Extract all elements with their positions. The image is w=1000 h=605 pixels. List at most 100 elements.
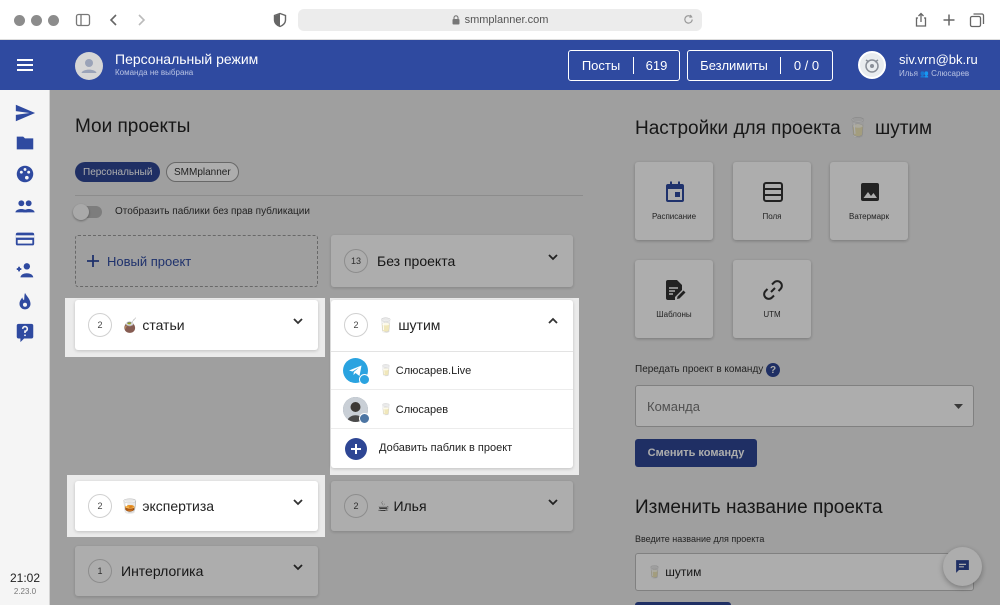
palette-icon[interactable] — [14, 163, 36, 185]
minimize-window-dot[interactable] — [31, 15, 42, 26]
chevron-down-icon[interactable] — [546, 495, 560, 509]
chevron-down-icon[interactable] — [546, 250, 560, 264]
menu-icon[interactable] — [16, 57, 34, 73]
privacy-shield-icon[interactable] — [272, 12, 288, 28]
new-tab-icon[interactable] — [941, 12, 957, 28]
project-name: 🧉 статьи — [121, 317, 185, 333]
project-card-interlogika[interactable]: 1 Интерлогика — [75, 546, 318, 596]
tile-label: Ватермарк — [849, 212, 889, 221]
team-select[interactable]: Команда — [635, 385, 974, 427]
back-icon[interactable] — [106, 12, 122, 28]
chip-smmplanner[interactable]: SMMplanner — [166, 162, 239, 182]
posts-counter-button[interactable]: Посты 619 — [568, 50, 680, 81]
public-count-badge: 2 — [344, 313, 368, 337]
mode-subtitle: Команда не выбрана — [115, 68, 194, 77]
project-card-jokes[interactable]: 2 🥛 шутим 🥛 Слюсарев.Live 🥛 Слюсарев Доб… — [331, 300, 573, 468]
divider — [75, 195, 583, 196]
user-info: Илья 👥 Слюсарев — [899, 69, 969, 78]
project-name: Без проекта — [377, 253, 456, 269]
posts-count: 619 — [645, 58, 668, 73]
watermark-tile[interactable]: Ватермарк — [830, 162, 908, 240]
add-circle-icon — [345, 438, 367, 460]
utm-tile[interactable]: UTM — [733, 260, 811, 338]
lock-icon — [452, 15, 460, 25]
browser-toolbar: smmplanner.com — [0, 0, 1000, 40]
posts-label: Посты — [581, 58, 621, 73]
add-team-member-icon[interactable] — [14, 259, 36, 281]
project-card-ilya[interactable]: 2 ☕ Илья — [331, 481, 573, 531]
zoom-window-dot[interactable] — [48, 15, 59, 26]
chevron-down-icon[interactable] — [291, 560, 305, 574]
public-count-badge: 2 — [88, 313, 112, 337]
chevron-down-icon[interactable] — [291, 495, 305, 509]
share-icon[interactable] — [913, 12, 929, 28]
project-card-expertise[interactable]: 2 🥃 экспертиза — [75, 481, 318, 531]
rename-title: Изменить название проекта — [635, 497, 883, 518]
new-project-label: Новый проект — [107, 253, 192, 269]
public-count-badge: 13 — [344, 249, 368, 273]
templates-tile[interactable]: Шаблоны — [635, 260, 713, 338]
public-count-badge: 2 — [88, 494, 112, 518]
settings-title: Настройки для проекта 🥛 шутим — [635, 118, 933, 139]
user-avatar[interactable] — [858, 51, 886, 79]
team-icon: 👥 — [920, 71, 929, 78]
change-team-button[interactable]: Сменить команду — [635, 439, 757, 467]
app-version: 2.23.0 — [13, 587, 37, 596]
chip-personal[interactable]: Персональный — [75, 162, 161, 182]
project-name-input[interactable]: 🥛 шутим — [635, 553, 974, 591]
fields-icon — [763, 182, 783, 202]
unlimited-counter-button[interactable]: Безлимиты 0 / 0 — [687, 50, 833, 81]
projects-folder-icon[interactable] — [14, 132, 36, 154]
rename-label: Введите название для проекта — [635, 534, 765, 544]
people-icon[interactable] — [14, 195, 36, 217]
chat-icon — [956, 560, 969, 573]
tile-label: Шаблоны — [656, 310, 692, 319]
link-icon — [763, 280, 783, 300]
user-name: Илья — [899, 69, 918, 78]
toggle-label: Отобразить паблики без прав публикации — [115, 206, 310, 217]
help-icon[interactable] — [14, 322, 36, 344]
fields-tile[interactable]: Поля — [733, 162, 811, 240]
chevron-up-icon[interactable] — [546, 314, 560, 328]
left-navigation: 21:02 2.23.0 — [0, 90, 50, 605]
public-item-telegram[interactable]: 🥛 Слюсарев.Live — [331, 352, 573, 390]
public-item-vk[interactable]: 🥛 Слюсарев — [331, 391, 573, 429]
forward-icon[interactable] — [133, 12, 149, 28]
mode-title[interactable]: Персональный режим — [115, 51, 258, 67]
caret-down-icon — [954, 404, 963, 409]
show-publics-toggle[interactable] — [73, 204, 102, 220]
tile-label: Поля — [762, 212, 782, 221]
add-public-button[interactable]: Добавить паблик в проект — [331, 430, 573, 468]
transfer-label: Передать проект в команду — [635, 364, 764, 375]
projects-panel: Мои проекты Персональный SMMplanner Отоб… — [50, 90, 610, 605]
payment-card-icon[interactable] — [14, 228, 36, 250]
team-select-placeholder: Команда — [647, 399, 700, 414]
chip-label: Персональный — [83, 166, 153, 178]
tab-overview-icon[interactable] — [969, 12, 985, 28]
user-team: Слюсарев — [931, 69, 970, 78]
new-project-button[interactable]: Новый проект — [75, 235, 318, 287]
project-card-articles[interactable]: 2 🧉 статьи — [75, 300, 318, 350]
reload-icon[interactable] — [683, 14, 694, 25]
user-email[interactable]: siv.vrn@bk.ru — [899, 52, 978, 67]
vk-badge-icon — [359, 413, 370, 424]
address-bar[interactable]: smmplanner.com — [298, 9, 702, 31]
chat-button[interactable] — [943, 547, 982, 586]
url-text: smmplanner.com — [464, 14, 549, 26]
chevron-down-icon[interactable] — [291, 314, 305, 328]
team-avatar[interactable] — [75, 52, 103, 80]
close-window-dot[interactable] — [14, 15, 25, 26]
project-card-no-project[interactable]: 13 Без проекта — [331, 235, 573, 287]
help-circle-icon[interactable]: ? — [766, 363, 780, 377]
public-count-badge: 1 — [88, 559, 112, 583]
sidebar-toggle-icon[interactable] — [75, 12, 91, 28]
send-post-icon[interactable] — [14, 102, 36, 124]
schedule-tile[interactable]: Расписание — [635, 162, 713, 240]
fire-icon[interactable] — [14, 291, 36, 313]
calendar-icon — [666, 181, 684, 202]
public-name: 🥛 Слюсарев.Live — [379, 365, 472, 377]
public-count-badge: 2 — [344, 494, 368, 518]
project-name: Интерлогика — [121, 563, 204, 579]
tile-label: Расписание — [651, 212, 697, 221]
template-edit-icon — [666, 280, 686, 300]
